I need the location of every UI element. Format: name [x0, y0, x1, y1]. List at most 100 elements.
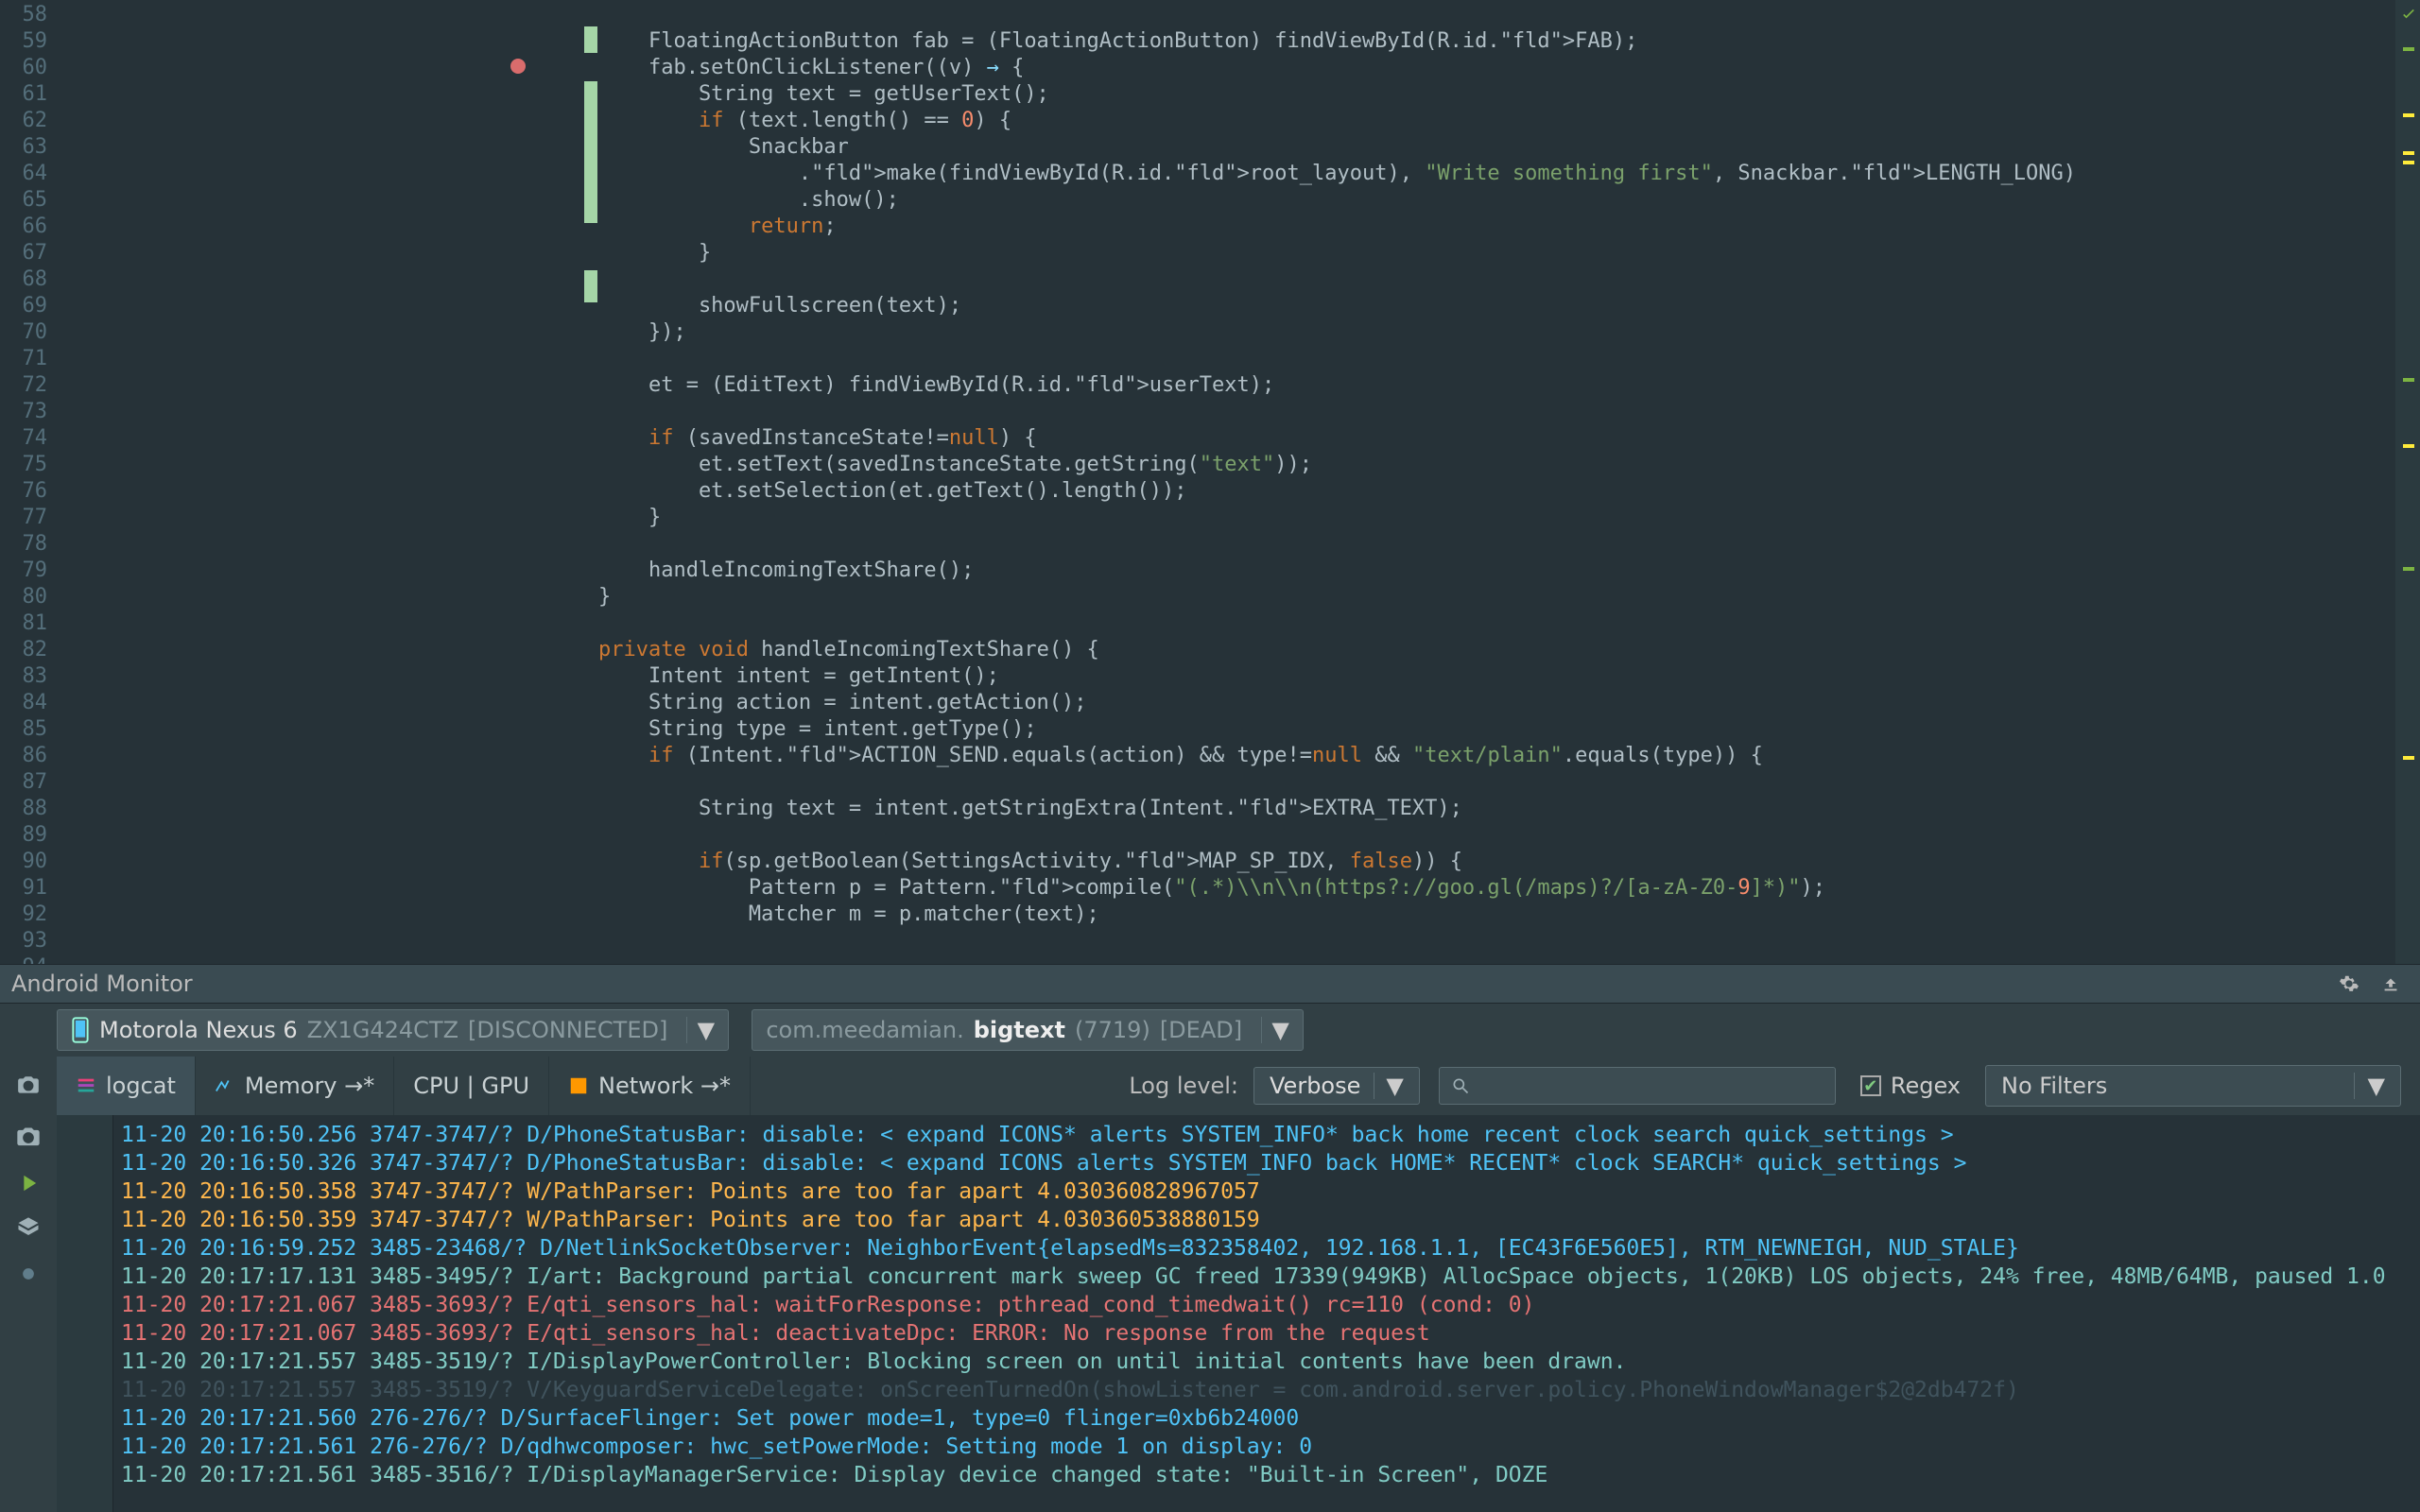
tab-network[interactable]: Network →* — [549, 1057, 751, 1115]
line-number: 91 — [0, 875, 57, 902]
camera-icon[interactable] — [15, 1125, 42, 1151]
code-line[interactable] — [548, 399, 2420, 425]
code-line[interactable] — [548, 928, 2420, 954]
code-line[interactable]: et = (EditText) findViewById(R.id."fld">… — [548, 372, 2420, 399]
line-number: 76 — [0, 478, 57, 505]
log-line[interactable]: 11-20 20:17:21.557 3485-3519/? I/Display… — [121, 1348, 2420, 1376]
code-line[interactable]: FloatingActionButton fab = (FloatingActi… — [548, 28, 2420, 55]
play-icon[interactable] — [15, 1170, 42, 1196]
code-line[interactable]: if (Intent."fld">ACTION_SEND.equals(acti… — [548, 743, 2420, 769]
code-line[interactable] — [548, 531, 2420, 558]
code-line[interactable]: String type = intent.getType(); — [548, 716, 2420, 743]
code-line[interactable]: handleIncomingTextShare(); — [548, 558, 2420, 584]
log-line[interactable]: 11-20 20:17:21.560 276-276/? D/SurfaceFl… — [121, 1404, 2420, 1433]
code-line[interactable]: String text = getUserText(); — [548, 81, 2420, 108]
code-line[interactable]: fab.setOnClickListener((v) → { — [548, 55, 2420, 81]
code-line[interactable]: Snackbar — [548, 134, 2420, 161]
code-line[interactable]: if (text.length() == 0) { — [548, 108, 2420, 134]
panel-title: Android Monitor — [11, 971, 193, 997]
logcat-outer-toolbar — [0, 1115, 57, 1512]
code-line[interactable]: et.setText(savedInstanceState.getString(… — [548, 452, 2420, 478]
code-line[interactable]: Matcher m = p.matcher(text); — [548, 902, 2420, 928]
code-line[interactable]: } — [548, 505, 2420, 531]
process-package-prefix: com.meedamian. — [766, 1017, 963, 1043]
log-search-input[interactable] — [1439, 1067, 1836, 1105]
code-line[interactable] — [548, 346, 2420, 372]
line-number: 84 — [0, 690, 57, 716]
tab-label: Memory →* — [245, 1073, 374, 1099]
dot-icon[interactable] — [15, 1261, 42, 1287]
code-line[interactable]: Pattern p = Pattern."fld">compile("(.*)\… — [548, 875, 2420, 902]
chevron-down-icon: ▼ — [686, 1017, 715, 1043]
log-filter-select[interactable]: No Filters ▼ — [1985, 1065, 2401, 1107]
code-line[interactable]: et.setSelection(et.getText().length()); — [548, 478, 2420, 505]
camera-icon[interactable] — [16, 1074, 41, 1098]
process-selector[interactable]: com.meedamian.bigtext (7719) [DEAD] ▼ — [752, 1009, 1304, 1051]
process-pid: (7719) — [1075, 1017, 1150, 1043]
line-number: 59 — [0, 28, 57, 55]
code-line[interactable]: Intent intent = getIntent(); — [548, 663, 2420, 690]
inspection-ok-icon — [2399, 6, 2418, 25]
line-number: 66 — [0, 214, 57, 240]
code-line[interactable] — [548, 822, 2420, 849]
line-number: 62 — [0, 108, 57, 134]
log-line[interactable]: 11-20 20:16:59.252 3485-23468/? D/Netlin… — [121, 1234, 2420, 1263]
code-line[interactable]: if(sp.getBoolean(SettingsActivity."fld">… — [548, 849, 2420, 875]
change-bar — [584, 81, 597, 223]
tab-cpu[interactable]: CPU | GPU — [394, 1057, 549, 1115]
android-monitor-titlebar[interactable]: Android Monitor — [0, 964, 2420, 1004]
log-line[interactable]: 11-20 20:17:21.067 3485-3693/? E/qti_sen… — [121, 1319, 2420, 1348]
log-line[interactable]: 11-20 20:17:21.561 276-276/? D/qdhwcompo… — [121, 1433, 2420, 1461]
logcat-output[interactable]: 11-20 20:16:50.256 3747-3747/? D/PhoneSt… — [113, 1115, 2420, 1512]
log-line[interactable]: 11-20 20:16:50.256 3747-3747/? D/PhoneSt… — [121, 1121, 2420, 1149]
code-line[interactable]: String action = intent.getAction(); — [548, 690, 2420, 716]
log-line[interactable]: 11-20 20:17:21.557 3485-3519/? V/Keyguar… — [121, 1376, 2420, 1404]
gear-icon[interactable] — [2339, 973, 2360, 994]
log-line[interactable]: 11-20 20:16:50.359 3747-3747/? W/PathPar… — [121, 1206, 2420, 1234]
code-line[interactable]: } — [548, 240, 2420, 266]
line-number: 65 — [0, 187, 57, 214]
line-number: 87 — [0, 769, 57, 796]
log-line[interactable]: 11-20 20:17:17.131 3485-3495/? I/art: Ba… — [121, 1263, 2420, 1291]
code-line[interactable]: showFullscreen(text); — [548, 293, 2420, 319]
line-number: 83 — [0, 663, 57, 690]
code-line[interactable]: } — [548, 584, 2420, 610]
log-line[interactable]: 11-20 20:17:21.067 3485-3693/? E/qti_sen… — [121, 1291, 2420, 1319]
line-number: 70 — [0, 319, 57, 346]
tab-memory[interactable]: Memory →* — [196, 1057, 394, 1115]
logcat-inner-toolbar: » — [57, 1115, 113, 1512]
line-number: 73 — [0, 399, 57, 425]
code-line[interactable] — [548, 954, 2420, 964]
log-level-select[interactable]: Verbose ▼ — [1253, 1067, 1420, 1105]
process-package: bigtext — [974, 1017, 1065, 1043]
code-line[interactable]: .show(); — [548, 187, 2420, 214]
monitor-side-icons — [0, 1074, 57, 1098]
layers-icon[interactable] — [15, 1215, 42, 1242]
code-line[interactable]: private void handleIncomingTextShare() { — [548, 637, 2420, 663]
code-editor[interactable]: 5859606162636465666768697071727374757677… — [0, 0, 2420, 964]
code-line[interactable]: String text = intent.getStringExtra(Inte… — [548, 796, 2420, 822]
regex-checkbox[interactable]: ✔ Regex — [1860, 1073, 1961, 1099]
log-line[interactable]: 11-20 20:17:21.561 3485-3516/? I/Display… — [121, 1461, 2420, 1489]
log-line[interactable]: 11-20 20:16:50.358 3747-3747/? W/PathPar… — [121, 1177, 2420, 1206]
code-line[interactable] — [548, 769, 2420, 796]
line-number: 90 — [0, 849, 57, 875]
code-area[interactable]: FloatingActionButton fab = (FloatingActi… — [548, 0, 2420, 964]
tab-logcat[interactable]: logcat — [57, 1057, 196, 1115]
code-line[interactable] — [548, 266, 2420, 293]
code-line[interactable]: return; — [548, 214, 2420, 240]
code-line[interactable]: if (savedInstanceState!=null) { — [548, 425, 2420, 452]
line-number: 64 — [0, 161, 57, 187]
breakpoint-marker[interactable] — [510, 59, 526, 74]
device-process-bar: Motorola Nexus 6 ZX1G424CTZ [DISCONNECTE… — [0, 1004, 2420, 1057]
device-selector[interactable]: Motorola Nexus 6 ZX1G424CTZ [DISCONNECTE… — [57, 1009, 729, 1051]
code-line[interactable]: }); — [548, 319, 2420, 346]
error-stripe[interactable] — [2395, 0, 2420, 964]
code-line[interactable] — [548, 610, 2420, 637]
code-line[interactable]: ."fld">make(findViewById(R.id."fld">root… — [548, 161, 2420, 187]
log-search-field[interactable] — [1478, 1074, 1824, 1098]
tab-label: logcat — [106, 1073, 176, 1099]
log-line[interactable]: 11-20 20:16:50.326 3747-3747/? D/PhoneSt… — [121, 1149, 2420, 1177]
hide-panel-icon[interactable] — [2380, 973, 2401, 994]
code-line[interactable] — [548, 2, 2420, 28]
